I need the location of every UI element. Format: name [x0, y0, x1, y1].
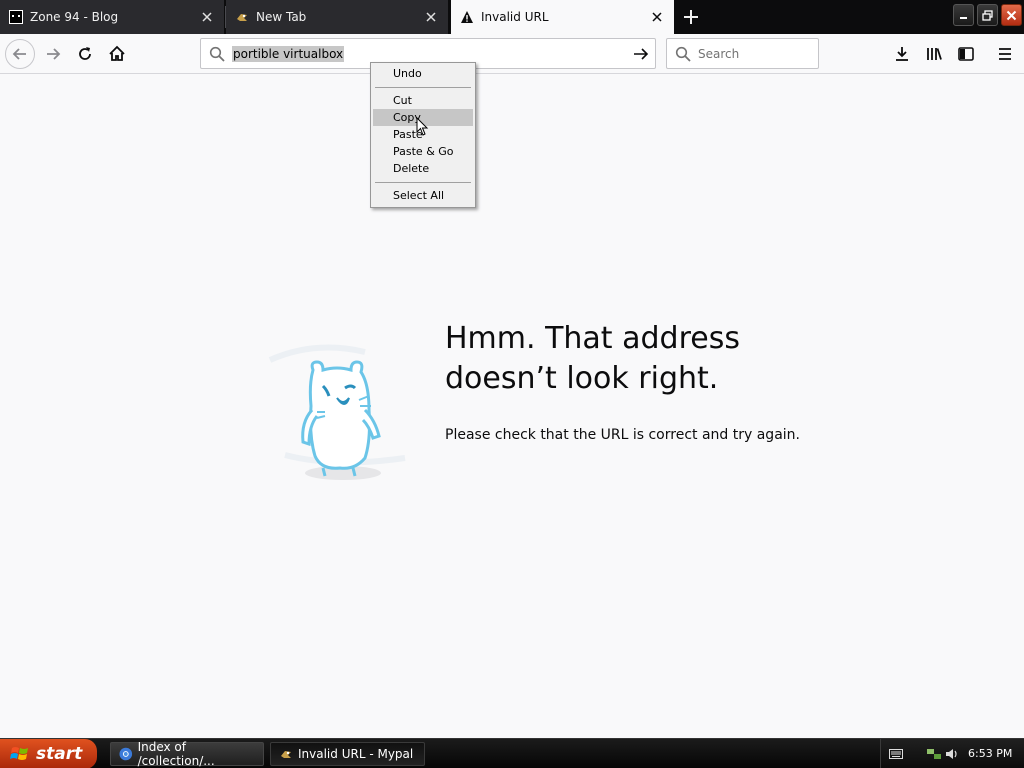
mypal-icon: [237, 14, 247, 21]
zone94-icon: [9, 10, 23, 24]
taskbar: start Index of /collection/... Invalid U…: [0, 738, 1024, 768]
system-tray: 6:53 PM: [880, 739, 1024, 768]
error-page: Hmm. That address doesn’t look right. Pl…: [0, 75, 1024, 737]
menu-item-cut[interactable]: Cut: [373, 92, 473, 109]
mouse-cursor-icon: [416, 117, 429, 136]
search-icon: [209, 46, 225, 62]
home-button[interactable]: [103, 40, 131, 68]
tab-zone94-blog[interactable]: Zone 94 - Blog: [0, 0, 224, 34]
sidebar-toggle-button[interactable]: [952, 40, 980, 68]
navigation-toolbar: portible virtualbox Search: [0, 34, 1024, 74]
network-icon[interactable]: [926, 747, 942, 761]
back-button[interactable]: [5, 39, 35, 69]
tab-invalid-url[interactable]: Invalid URL: [451, 0, 674, 34]
menu-item-delete[interactable]: Delete: [373, 160, 473, 177]
go-arrow-icon[interactable]: [632, 45, 650, 63]
tab-strip: Zone 94 - Blog New Tab Invalid URL: [0, 0, 1024, 34]
chrome-icon: [119, 747, 133, 761]
plus-icon: [684, 10, 698, 24]
new-tab-button[interactable]: [678, 4, 704, 30]
menu-separator: [375, 182, 471, 183]
taskbar-item-index[interactable]: Index of /collection/...: [110, 740, 264, 768]
downloads-button[interactable]: [888, 40, 916, 68]
taskbar-item-label: Index of /collection/...: [137, 740, 215, 768]
confused-mascot-illustration: [268, 344, 406, 480]
mypal-icon: [281, 751, 291, 758]
hamburger-icon: [999, 48, 1011, 60]
restore-button[interactable]: [977, 4, 998, 26]
arrow-left-icon: [12, 48, 26, 60]
minimize-icon: [959, 17, 967, 19]
tab-new-tab[interactable]: New Tab: [226, 0, 448, 34]
forward-button[interactable]: [39, 40, 67, 68]
error-title: Hmm. That address doesn’t look right.: [445, 321, 740, 396]
tab-label: Zone 94 - Blog: [30, 10, 119, 24]
menu-separator: [375, 87, 471, 88]
close-icon: [1006, 10, 1017, 20]
restore-icon: [982, 9, 993, 21]
warning-icon: [461, 11, 473, 23]
download-icon: [896, 47, 908, 61]
close-icon[interactable]: [196, 6, 218, 28]
search-placeholder: Search: [698, 47, 740, 61]
menu-item-select-all[interactable]: Select All: [373, 187, 473, 204]
taskbar-item-label: Invalid URL - Mypal: [298, 747, 414, 761]
taskbar-clock: 6:53 PM: [968, 747, 1013, 760]
reload-button[interactable]: [71, 40, 99, 68]
menu-item-undo[interactable]: Undo: [373, 65, 473, 82]
reload-icon: [79, 47, 91, 60]
arrow-right-icon: [47, 48, 61, 60]
menu-item-paste-and-go[interactable]: Paste & Go: [373, 143, 473, 160]
minimize-button[interactable]: [953, 4, 974, 26]
search-icon: [675, 46, 691, 62]
start-button[interactable]: start: [0, 739, 97, 768]
url-input[interactable]: portible virtualbox: [232, 46, 345, 62]
menu-button[interactable]: [991, 40, 1019, 68]
library-button[interactable]: [920, 40, 948, 68]
search-bar[interactable]: Search: [666, 38, 819, 69]
tab-label: New Tab: [256, 10, 307, 24]
sidebar-icon: [958, 47, 974, 61]
start-label: start: [36, 744, 83, 764]
volume-icon[interactable]: [945, 747, 959, 761]
window-close-button[interactable]: [1001, 4, 1022, 26]
close-icon[interactable]: [420, 6, 442, 28]
close-icon[interactable]: [646, 6, 668, 28]
tab-label: Invalid URL: [481, 10, 549, 24]
taskbar-item-mypal[interactable]: Invalid URL - Mypal: [270, 742, 425, 766]
home-icon: [109, 45, 125, 61]
keyboard-icon[interactable]: [889, 748, 903, 760]
windows-logo-icon: [10, 747, 28, 760]
error-description: Please check that the URL is correct and…: [445, 427, 800, 443]
library-icon: [927, 48, 942, 60]
